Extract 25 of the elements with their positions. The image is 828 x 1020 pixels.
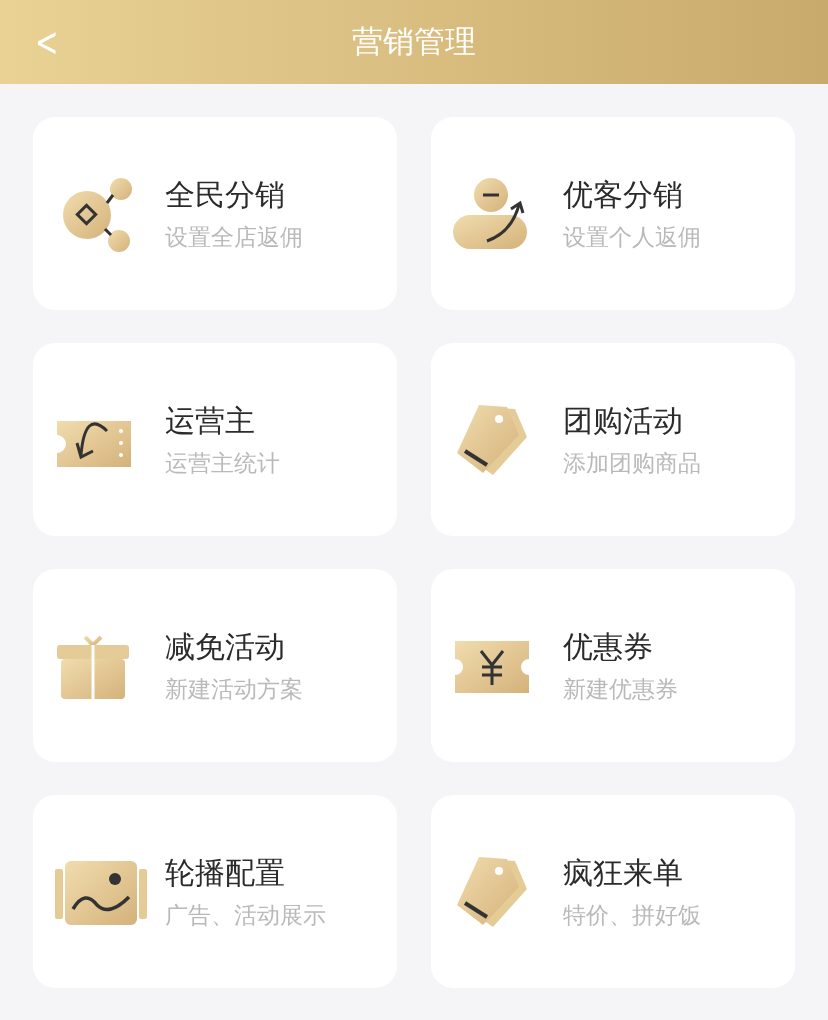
menu-card[interactable]: 疯狂来单 特价、拼好饭 [431,795,795,988]
card-title: 轮播配置 [165,853,286,892]
card-subtitle: 广告、活动展示 [165,900,326,930]
card-subtitle: 特价、拼好饭 [563,900,701,930]
card-title: 减免活动 [165,627,286,666]
card-title: 全民分销 [165,175,286,214]
card-subtitle: 新建活动方案 [165,674,303,704]
card-title: 疯狂来单 [563,853,684,892]
card-subtitle: 设置个人返佣 [563,222,701,252]
menu-card[interactable]: 团购活动 添加团购商品 [431,343,795,536]
page-title: 营销管理 [352,22,476,61]
card-subtitle: 新建优惠券 [563,674,678,704]
card-title: 优客分销 [563,175,684,214]
menu-card[interactable]: 减免活动 新建活动方案 [33,569,397,762]
menu-card[interactable]: 优惠券 新建优惠券 [431,569,795,762]
menu-card[interactable]: 全民分销 设置全店返佣 [33,117,397,310]
card-subtitle: 添加团购商品 [563,448,701,478]
card-subtitle: 设置全店返佣 [165,222,303,252]
card-title: 运营主 [165,401,256,440]
menu-card[interactable]: 优客分销 设置个人返佣 [431,117,795,310]
card-title: 团购活动 [563,401,684,440]
card-title: 优惠券 [563,627,654,666]
menu-card[interactable]: 运营主 运营主统计 [33,343,397,536]
menu-card[interactable]: 轮播配置 广告、活动展示 [33,795,397,988]
card-subtitle: 运营主统计 [165,448,280,478]
